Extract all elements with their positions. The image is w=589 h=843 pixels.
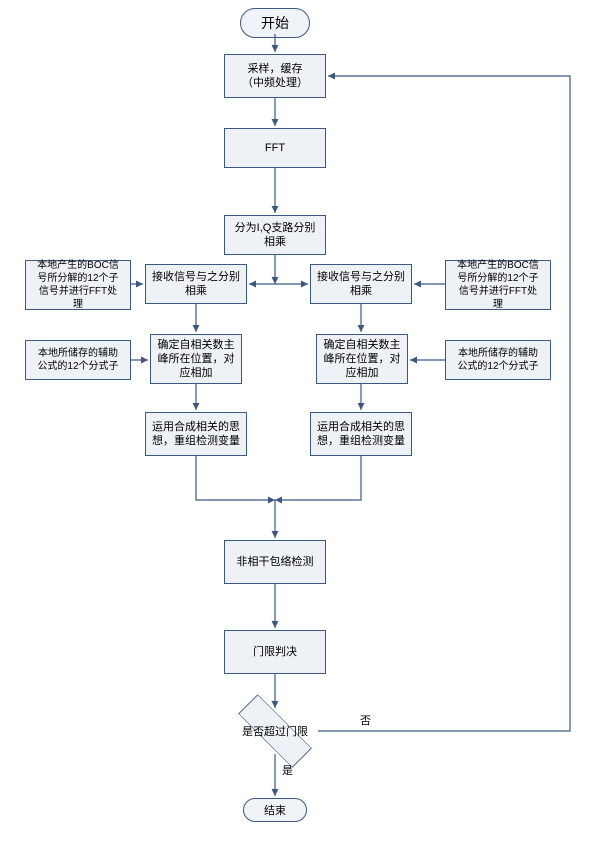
process-envelope: 非相干包络检测 <box>224 540 326 584</box>
edge-no-label: 否 <box>360 712 371 728</box>
right-recombine: 运用合成相关的思 想，重组检测变量 <box>310 412 412 456</box>
left-boc-gen: 本地产生的BOC信 号所分解的12个子 信号并进行FFT处 理 <box>25 260 131 310</box>
left-stored-aux: 本地所储存的辅助 公式的12个分式子 <box>25 340 131 380</box>
right-locate-peak: 确定自相关数主 峰所在位置，对 应相加 <box>316 334 408 384</box>
right-boc-gen: 本地产生的BOC信 号所分解的12个子 信号并进行FFT处 理 <box>445 260 551 310</box>
decision-label: 是否超过门限 <box>242 723 308 739</box>
right-rx-mult: 接收信号与之分别 相乘 <box>310 264 412 304</box>
process-threshold: 门限判决 <box>224 630 326 674</box>
process-fft: FFT <box>224 128 326 168</box>
left-rx-mult: 接收信号与之分别 相乘 <box>145 264 247 304</box>
start-terminator: 开始 <box>240 8 310 38</box>
edge-yes-label: 是 <box>282 762 293 778</box>
process-sample-cache: 采样，缓存 （中频处理） <box>224 54 326 98</box>
decision-threshold: 是否超过门限 <box>230 706 320 756</box>
left-recombine: 运用合成相关的思 想，重组检测变量 <box>145 412 247 456</box>
right-stored-aux: 本地所储存的辅助 公式的12个分式子 <box>445 340 551 380</box>
process-split-iq: 分为I,Q支路分别 相乘 <box>224 215 326 255</box>
left-locate-peak: 确定自相关数主 峰所在位置，对 应相加 <box>150 334 242 384</box>
end-terminator: 结束 <box>243 798 307 822</box>
